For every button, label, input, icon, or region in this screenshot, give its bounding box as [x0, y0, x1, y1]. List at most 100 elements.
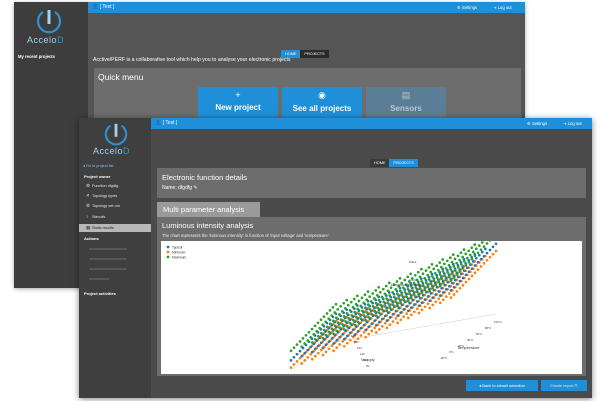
- back-to-project-list-link[interactable]: ◂ Go to project list: [83, 163, 113, 168]
- data-point: [384, 284, 388, 288]
- data-point: [374, 314, 378, 318]
- data-point: [325, 325, 329, 329]
- data-point: [485, 251, 489, 255]
- data-point: [441, 281, 445, 285]
- sidebar-item-stimulis[interactable]: ↕ Stimulis: [79, 213, 151, 221]
- back-to-stimuli-button[interactable]: ◂ Back to stimuli selection: [466, 380, 538, 391]
- data-point: [438, 294, 442, 297]
- data-point: [462, 248, 466, 251]
- data-point: [443, 283, 447, 287]
- tab-projects[interactable]: PROJECTS: [389, 159, 418, 167]
- sidebar-item-topology-types[interactable]: ✕ Topology types: [79, 192, 151, 200]
- data-point: [408, 292, 412, 296]
- data-point: [392, 295, 396, 299]
- data-point: [438, 273, 442, 276]
- z-tick-label: 0.8cd: [409, 260, 417, 264]
- data-point: [391, 291, 395, 294]
- tab-home[interactable]: HOME: [370, 159, 390, 167]
- scatter-3d-chart[interactable]: TypicalMinimumMaximumLuminous intensity0…: [161, 232, 582, 374]
- multi-parameter-analysis-tab[interactable]: Multi parameter analysis: [157, 202, 260, 217]
- data-point: [474, 256, 478, 260]
- data-point: [339, 304, 343, 308]
- pencil-icon[interactable]: ✎: [193, 185, 197, 191]
- logout-link[interactable]: ⇥ Log out: [563, 121, 582, 126]
- data-point: [322, 328, 326, 332]
- data-point: [447, 292, 451, 295]
- data-point: [338, 343, 342, 346]
- data-point: [417, 294, 421, 298]
- data-point: [313, 324, 317, 328]
- chart-title: Luminous intensity analysis: [162, 221, 254, 230]
- data-point: [474, 247, 478, 251]
- data-point: [321, 346, 325, 350]
- data-point: [446, 280, 450, 284]
- data-point: [335, 346, 339, 349]
- data-point: [406, 316, 410, 320]
- data-point: [420, 291, 424, 295]
- create-report-button[interactable]: Create report ⇱: [541, 380, 587, 391]
- data-point: [426, 273, 430, 277]
- data-point: [351, 318, 355, 322]
- sidebar-action-disabled: [79, 265, 151, 273]
- chart-area: Typical Minimum Maximum Luminous intensity 0…: [161, 232, 582, 374]
- data-point: [430, 263, 434, 266]
- data-point: [368, 308, 372, 311]
- data-point: [318, 326, 322, 330]
- data-point: [427, 278, 431, 281]
- app-description: Acctive/PERF is a collaborative tool whi…: [93, 57, 291, 63]
- data-point: [458, 270, 462, 273]
- data-point: [464, 280, 468, 284]
- x-tick-label: 14V: [351, 334, 356, 338]
- bg-settings-link[interactable]: ⚙ Settings: [457, 5, 477, 10]
- data-point: [315, 329, 319, 333]
- data-point: [488, 248, 492, 252]
- data-point: [450, 272, 454, 275]
- data-point: [451, 253, 455, 256]
- data-point: [477, 244, 481, 247]
- data-point: [300, 345, 304, 349]
- data-point: [359, 326, 363, 330]
- data-point: [482, 245, 486, 248]
- data-point: [428, 299, 432, 303]
- data-point: [292, 363, 296, 366]
- sidebar-item-function[interactable]: ⚙ Function dfgdfg: [79, 182, 151, 190]
- data-point: [385, 326, 389, 330]
- gear-icon: ⚙: [457, 5, 461, 10]
- sidebar-item-topology-setup[interactable]: ⚙ Topology set-um: [79, 202, 151, 210]
- data-point: [356, 320, 360, 324]
- acceload-logo-icon: [36, 10, 62, 34]
- sidebar-item-static-results[interactable]: ▦ Static results: [79, 224, 151, 232]
- data-point: [440, 277, 444, 281]
- data-point: [431, 296, 435, 300]
- data-point: [468, 253, 472, 257]
- bg-user-label[interactable]: 👤 [ Test ]: [92, 4, 114, 10]
- data-point: [370, 322, 374, 326]
- data-point: [388, 294, 392, 297]
- data-point: [306, 348, 310, 352]
- gear-icon: ⚙: [86, 183, 91, 188]
- data-point: [449, 279, 453, 283]
- gear-icon: ⚙: [527, 121, 531, 126]
- data-point: [456, 254, 460, 258]
- tab-projects[interactable]: PROJECTS: [300, 50, 329, 58]
- data-point: [338, 326, 342, 330]
- data-point: [374, 289, 378, 292]
- bg-logout-link[interactable]: ⇥ Log out: [493, 5, 512, 10]
- data-point: [342, 337, 346, 341]
- data-point: [289, 359, 293, 362]
- data-point: [456, 266, 460, 269]
- data-point: [307, 330, 311, 334]
- data-point: [328, 309, 332, 312]
- user-label[interactable]: 👤 [ Test ]: [155, 120, 177, 126]
- data-point: [428, 306, 432, 310]
- data-point: [467, 270, 471, 274]
- data-point: [467, 277, 471, 281]
- logout-icon: ⇥: [493, 5, 497, 10]
- data-point: [447, 275, 451, 279]
- data-point: [447, 263, 451, 267]
- data-point: [310, 350, 314, 354]
- settings-link[interactable]: ⚙ Settings: [527, 121, 547, 126]
- data-point: [295, 343, 299, 346]
- data-point: [377, 311, 381, 314]
- data-point: [341, 340, 345, 343]
